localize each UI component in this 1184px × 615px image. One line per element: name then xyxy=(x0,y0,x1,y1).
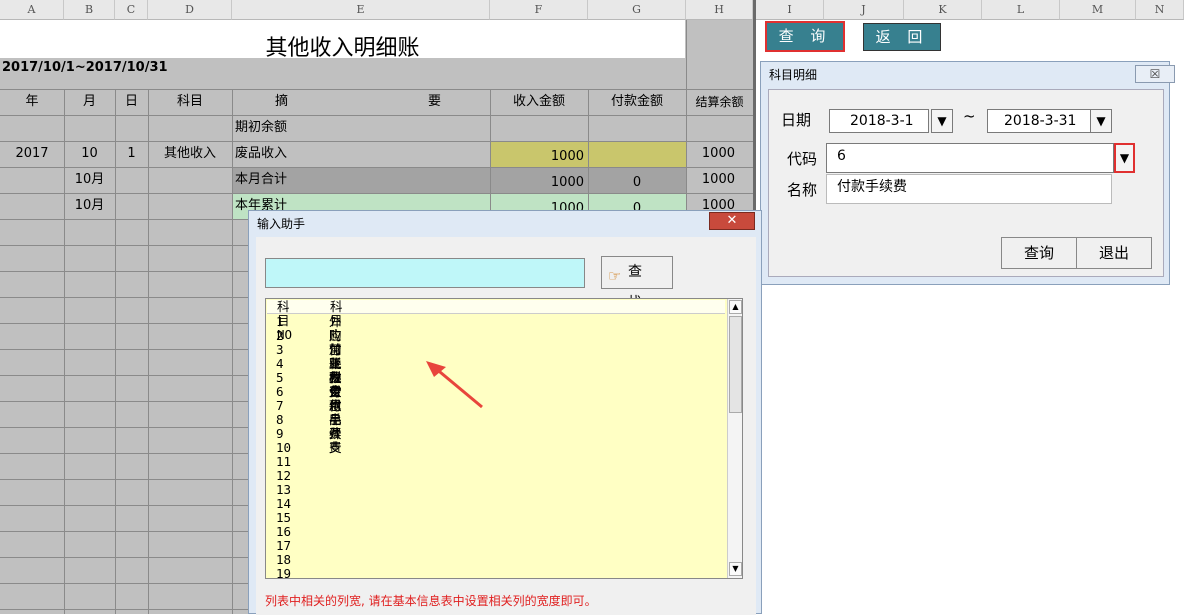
dialog-title: 输入助手 xyxy=(257,217,306,231)
pointing-hand-icon: ☞ xyxy=(608,267,622,285)
column-header-k[interactable]: K xyxy=(904,0,982,20)
tilde-label: ~ xyxy=(963,107,976,125)
list-scrollbar[interactable]: ▲ ▼ xyxy=(727,299,742,578)
grid-line xyxy=(115,89,116,614)
list-item-no: 13 xyxy=(276,482,292,497)
code-dropdown-icon[interactable]: ▼ xyxy=(1114,143,1135,173)
header-payment: 付款金额 xyxy=(610,94,663,109)
header-income: 收入金额 xyxy=(512,94,565,109)
grid-line xyxy=(148,89,149,614)
column-header-d[interactable]: D xyxy=(148,0,232,20)
scroll-down-icon[interactable]: ▼ xyxy=(729,562,742,576)
close-icon[interactable]: ✕ xyxy=(709,212,755,230)
list-item-no: 4 xyxy=(276,356,284,371)
column-header-g[interactable]: G xyxy=(588,0,686,20)
row-month[interactable]: 10月 xyxy=(64,193,115,219)
column-header-h[interactable]: H xyxy=(686,0,753,20)
column-header-l[interactable]: L xyxy=(982,0,1060,20)
dialog-title: 科目明细 xyxy=(769,68,818,82)
return-button[interactable]: 返 回 xyxy=(863,23,941,51)
list-item-no: 2 xyxy=(276,328,284,343)
query-button[interactable]: 查 询 xyxy=(765,21,845,52)
header-summary-a: 摘 xyxy=(275,94,289,109)
header-balance: 结算余额 xyxy=(695,95,744,109)
list-item-no: 16 xyxy=(276,524,292,539)
header-month: 月 xyxy=(82,94,96,109)
list-item-no: 11 xyxy=(276,454,292,469)
dialog-body: ☞ 查 找 科目NO科目 1外购加工费2应付账款支付3营业税金4耗材费5办公用品… xyxy=(256,237,756,615)
list-item-no: 7 xyxy=(276,398,284,413)
row-summary[interactable]: 本月合计 xyxy=(235,167,485,193)
list-item-no: 1 xyxy=(276,314,284,329)
sheet-title: 其他收入明细账 xyxy=(265,36,420,61)
column-header-i[interactable]: I xyxy=(756,0,824,20)
column-header-n[interactable]: N xyxy=(1136,0,1184,20)
list-item-no: 14 xyxy=(276,496,292,511)
date-to-field[interactable]: 2018-3-31 xyxy=(987,109,1103,133)
payment-cell-highlight xyxy=(588,141,686,167)
header-summary-b: 要 xyxy=(428,94,442,109)
list-item-no: 8 xyxy=(276,412,284,427)
list-item-no: 15 xyxy=(276,510,292,525)
column-header-b[interactable]: B xyxy=(64,0,115,20)
column-header-a[interactable]: A xyxy=(0,0,64,20)
column-header-c[interactable]: C xyxy=(115,0,148,20)
column-header-e[interactable]: E xyxy=(232,0,490,20)
code-field[interactable]: 6 xyxy=(826,143,1114,173)
list-item-no: 18 xyxy=(276,552,292,567)
row-income[interactable]: 1000 xyxy=(490,144,588,170)
dialog-body: 日期 2018-3-1 ▼ ~ 2018-3-31 ▼ 代码 6 ▼ 名称 付款… xyxy=(768,89,1164,277)
column-header-f[interactable]: F xyxy=(490,0,588,20)
date-to-dropdown-icon[interactable]: ▼ xyxy=(1090,109,1112,133)
name-field[interactable]: 付款手续费 xyxy=(826,174,1112,204)
column-header-m[interactable]: M xyxy=(1060,0,1136,20)
row-balance[interactable]: 1000 xyxy=(686,141,753,167)
annotation-arrow xyxy=(426,361,483,409)
account-detail-dialog: 科目明细 ☒ 日期 2018-3-1 ▼ ~ 2018-3-31 ▼ 代码 6 … xyxy=(760,61,1175,285)
grid-line xyxy=(232,89,233,614)
list-item-name: 水电费 xyxy=(329,398,342,441)
find-button[interactable]: ☞ 查 找 xyxy=(601,256,673,311)
row-summary[interactable]: 废品收入 xyxy=(235,141,485,167)
input-helper-dialog: 输入助手 ✕ ☞ 查 找 科目NO科目 1外购加工费2应付账款支付3营业税金4耗… xyxy=(248,210,762,615)
list-item-no: 3 xyxy=(276,342,284,357)
row-day[interactable]: 1 xyxy=(115,141,148,167)
hint-text: 列表中相关的列宽, 请在基本信息表中设置相关列的宽度即可。 xyxy=(265,594,597,608)
scroll-thumb[interactable] xyxy=(729,316,742,413)
date-range: 2017/10/1~2017/10/31 xyxy=(2,60,168,75)
list-item-no: 17 xyxy=(276,538,292,553)
list-item-no: 6 xyxy=(276,384,284,399)
detail-query-button[interactable]: 查询 xyxy=(1001,237,1077,269)
account-list[interactable]: 科目NO 科目 1 外购加工费 2 应付账款支付 3 营业税金 4 耗材费 5 办公用品开支 6 付款手… xyxy=(265,298,743,579)
row-month[interactable]: 10月 xyxy=(64,167,115,193)
row-payment[interactable]: 0 xyxy=(588,170,686,196)
search-input[interactable] xyxy=(265,258,585,288)
row-summary[interactable]: 期初余额 xyxy=(235,115,485,141)
close-icon[interactable]: ☒ xyxy=(1135,65,1175,83)
row-year[interactable]: 2017 xyxy=(0,141,64,167)
list-item-no: 12 xyxy=(276,468,292,483)
date-label: 日期 xyxy=(781,111,812,129)
column-header-j[interactable]: J xyxy=(824,0,904,20)
list-item-no: 19 xyxy=(276,566,292,579)
list-item-no: 10 xyxy=(276,440,292,455)
row-income[interactable]: 1000 xyxy=(490,170,588,196)
header-day: 日 xyxy=(124,94,138,109)
date-from-dropdown-icon[interactable]: ▼ xyxy=(931,109,953,133)
header-account: 科目 xyxy=(176,94,203,109)
list-header: 科目NO 科目 xyxy=(267,300,725,342)
list-item-no: 5 xyxy=(276,370,284,385)
list-item-no: 9 xyxy=(276,426,284,441)
header-year: 年 xyxy=(25,94,39,109)
exit-button[interactable]: 退出 xyxy=(1076,237,1152,269)
row-account[interactable]: 其他收入 xyxy=(148,141,232,167)
date-from-field[interactable]: 2018-3-1 xyxy=(829,109,929,133)
code-label: 代码 xyxy=(787,150,818,168)
row-month[interactable]: 10 xyxy=(64,141,115,167)
scroll-up-icon[interactable]: ▲ xyxy=(729,300,742,314)
row-balance[interactable]: 1000 xyxy=(686,167,753,193)
name-label: 名称 xyxy=(787,181,818,199)
